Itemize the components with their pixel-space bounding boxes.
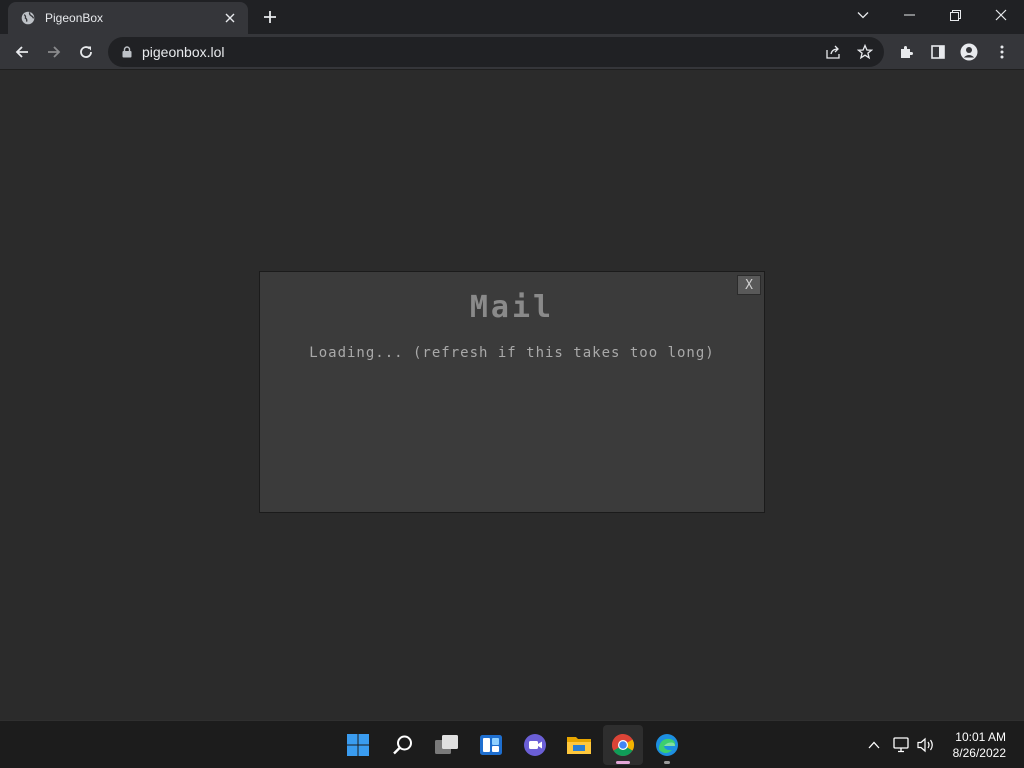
- share-icon[interactable]: [821, 40, 845, 64]
- address-bar[interactable]: pigeonbox.lol: [108, 37, 884, 67]
- restore-icon[interactable]: [932, 0, 978, 30]
- back-icon[interactable]: [8, 38, 36, 66]
- globe-icon: [20, 10, 36, 26]
- teams-icon[interactable]: [515, 725, 555, 765]
- browser-tab[interactable]: PigeonBox: [8, 2, 248, 34]
- menu-icon[interactable]: [988, 38, 1016, 66]
- clock-date: 8/26/2022: [952, 746, 1006, 760]
- extensions-icon[interactable]: [892, 38, 920, 66]
- plus-icon[interactable]: [258, 6, 282, 28]
- system-clock[interactable]: 10:01 AM 8/26/2022: [953, 729, 1006, 761]
- profile-icon[interactable]: [955, 38, 983, 66]
- chevron-up-icon[interactable]: [864, 733, 884, 757]
- tab-title: PigeonBox: [45, 11, 104, 25]
- forward-icon[interactable]: [40, 38, 68, 66]
- star-icon[interactable]: [853, 40, 877, 64]
- task-view-icon[interactable]: [427, 725, 467, 765]
- search-icon[interactable]: [383, 725, 423, 765]
- active-app-indicator: [616, 761, 630, 764]
- chrome-icon[interactable]: [603, 725, 643, 765]
- volume-icon[interactable]: [916, 733, 936, 757]
- url-text: pigeonbox.lol: [142, 44, 225, 60]
- minimize-icon[interactable]: [886, 0, 932, 30]
- file-explorer-icon[interactable]: [559, 725, 599, 765]
- page-content: X Mail Loading... (refresh if this takes…: [0, 71, 1024, 720]
- widgets-icon[interactable]: [471, 725, 511, 765]
- lock-icon[interactable]: [120, 45, 134, 59]
- loading-status-text: Loading... (refresh if this takes too lo…: [309, 345, 715, 361]
- running-app-indicator: [664, 761, 670, 764]
- browser-tab-strip: PigeonBox: [0, 0, 1024, 34]
- chevron-down-icon[interactable]: [840, 0, 886, 30]
- close-icon[interactable]: [222, 10, 238, 26]
- dialog-title: Mail: [469, 290, 555, 325]
- network-icon[interactable]: [891, 733, 911, 757]
- reload-icon[interactable]: [72, 38, 100, 66]
- side-panel-icon[interactable]: [924, 38, 952, 66]
- mail-dialog: X Mail Loading... (refresh if this takes…: [259, 271, 765, 513]
- edge-icon[interactable]: [647, 725, 687, 765]
- browser-toolbar: pigeonbox.lol: [0, 34, 1024, 70]
- windows-taskbar: 10:01 AM 8/26/2022: [0, 720, 1024, 768]
- clock-time: 10:01 AM: [955, 730, 1006, 744]
- windows-start-icon[interactable]: [338, 725, 378, 765]
- close-window-icon[interactable]: [978, 0, 1024, 30]
